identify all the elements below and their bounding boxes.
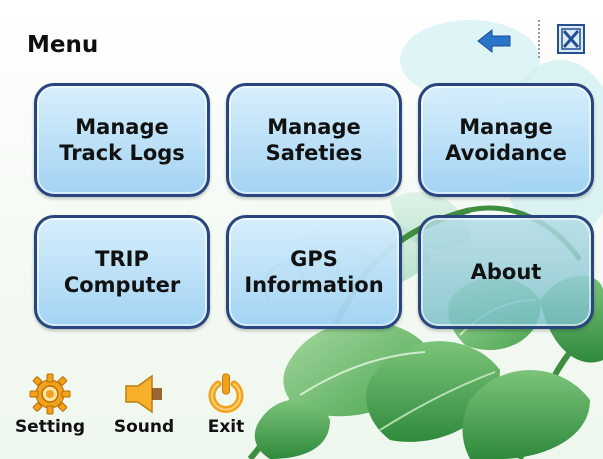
back-button[interactable] bbox=[476, 28, 512, 54]
trip-computer-button[interactable]: TRIP Computer bbox=[34, 215, 210, 329]
gps-information-button[interactable]: GPS Information bbox=[226, 215, 402, 329]
manage-avoidance-label: Manage Avoidance bbox=[445, 115, 567, 165]
back-arrow-icon bbox=[477, 28, 511, 54]
gps-information-label: GPS Information bbox=[244, 247, 384, 297]
exit-button[interactable]: Exit bbox=[196, 372, 256, 437]
setting-button[interactable]: Setting bbox=[10, 372, 90, 437]
close-icon bbox=[557, 24, 585, 54]
about-button[interactable]: About bbox=[418, 215, 594, 329]
header-separator bbox=[538, 20, 540, 58]
trip-computer-label: TRIP Computer bbox=[63, 247, 181, 297]
gear-icon bbox=[29, 373, 71, 415]
sound-label: Sound bbox=[113, 417, 175, 437]
page-title: Menu bbox=[27, 32, 99, 58]
exit-label: Exit bbox=[207, 417, 245, 437]
speaker-icon bbox=[125, 374, 162, 414]
manage-safeties-button[interactable]: Manage Safeties bbox=[226, 83, 402, 197]
close-button[interactable] bbox=[557, 24, 585, 54]
setting-label: Setting bbox=[14, 417, 86, 437]
manage-track-logs-button[interactable]: Manage Track Logs bbox=[34, 83, 210, 197]
power-icon bbox=[208, 373, 244, 413]
manage-avoidance-button[interactable]: Manage Avoidance bbox=[418, 83, 594, 197]
sound-button[interactable]: Sound bbox=[104, 372, 184, 437]
menu-screen: Menu Manage Track Logs Manage Safeties M… bbox=[0, 0, 603, 459]
about-label: About bbox=[470, 260, 542, 284]
manage-track-logs-label: Manage Track Logs bbox=[59, 115, 185, 165]
manage-safeties-label: Manage Safeties bbox=[265, 115, 363, 165]
